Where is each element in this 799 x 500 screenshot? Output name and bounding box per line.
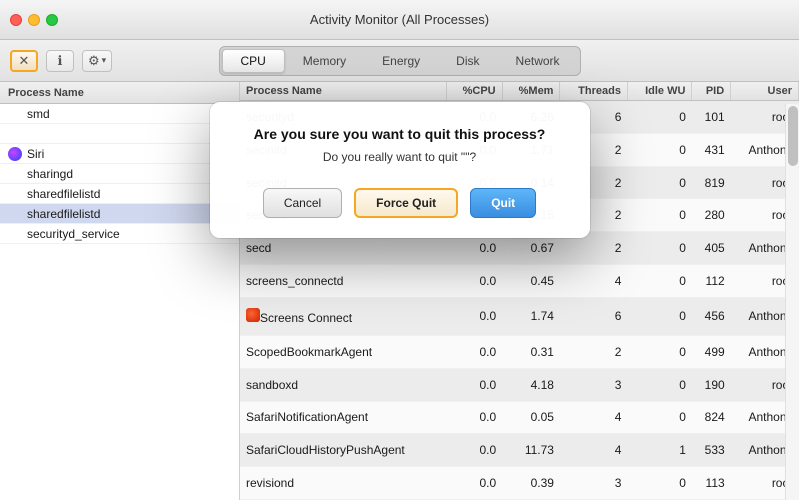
dialog-overlay: Are you sure you want to quit this proce…: [0, 82, 799, 500]
minimize-button[interactable]: [28, 14, 40, 26]
tab-cpu[interactable]: CPU: [221, 49, 284, 73]
tab-disk[interactable]: Disk: [438, 49, 497, 73]
force-quit-button[interactable]: Force Quit: [354, 188, 458, 218]
dialog-message-text: Do you really want to quit ": [323, 150, 465, 164]
gear-icon: ⚙: [88, 53, 100, 69]
title-bar: Activity Monitor (All Processes): [0, 0, 799, 40]
quit-button[interactable]: Quit: [470, 188, 536, 218]
close-process-button[interactable]: ✕: [10, 50, 38, 72]
window-controls: [10, 14, 58, 26]
maximize-button[interactable]: [46, 14, 58, 26]
main-content: Process Name smdSirisharingdsharedfileli…: [0, 82, 799, 500]
tab-memory[interactable]: Memory: [285, 49, 364, 73]
cancel-button[interactable]: Cancel: [263, 188, 342, 218]
toolbar: ✕ ℹ ⚙ ▾ CPU Memory Energy Disk Network: [0, 40, 799, 82]
dialog-message: Do you really want to quit ""?: [238, 150, 562, 164]
tab-network[interactable]: Network: [498, 49, 578, 73]
tab-energy[interactable]: Energy: [364, 49, 438, 73]
close-button[interactable]: [10, 14, 22, 26]
dialog-message-suffix: "?: [465, 150, 476, 164]
info-button[interactable]: ℹ: [46, 50, 74, 72]
quit-dialog: Are you sure you want to quit this proce…: [210, 102, 590, 238]
dialog-title: Are you sure you want to quit this proce…: [238, 126, 562, 142]
gear-button[interactable]: ⚙ ▾: [82, 50, 112, 72]
window-title: Activity Monitor (All Processes): [310, 12, 489, 27]
chevron-down-icon: ▾: [102, 55, 107, 66]
dialog-buttons: Cancel Force Quit Quit: [238, 188, 562, 218]
tab-bar: CPU Memory Energy Disk Network: [218, 46, 580, 76]
close-process-icon: ✕: [19, 53, 30, 69]
info-icon: ℹ: [58, 53, 63, 69]
